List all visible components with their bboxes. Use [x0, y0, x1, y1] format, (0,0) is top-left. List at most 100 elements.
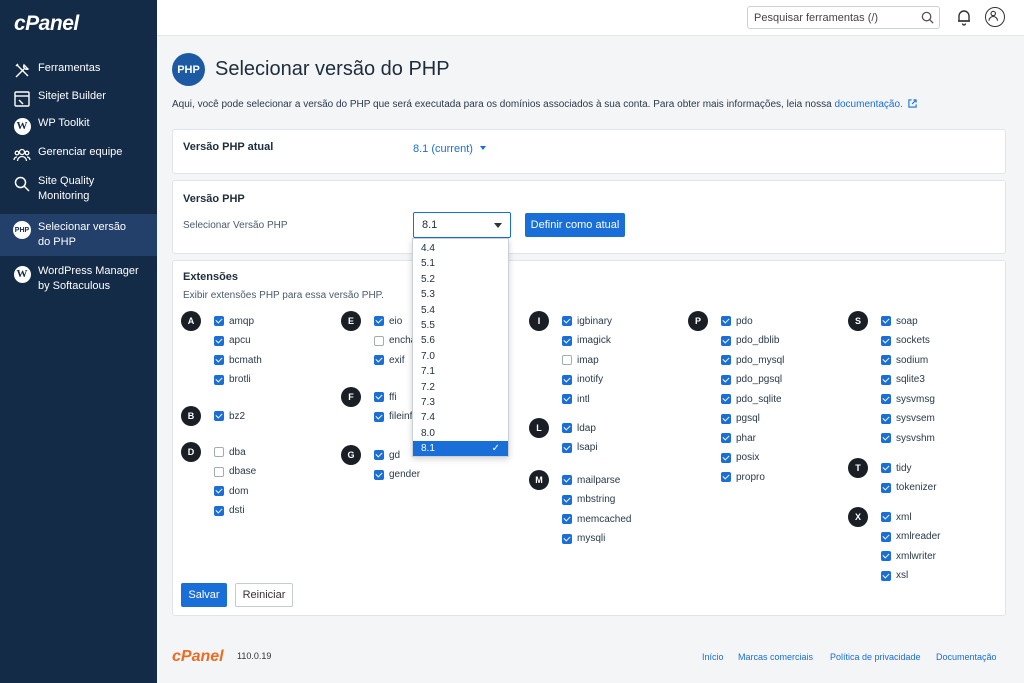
extension-checkbox[interactable] — [214, 447, 224, 457]
extension-xmlwriter[interactable]: xmlwriter — [881, 549, 936, 563]
documentation-link[interactable]: documentação. — [834, 99, 902, 110]
extension-pgsql[interactable]: pgsql — [721, 412, 760, 426]
extension-checkbox[interactable] — [881, 394, 891, 404]
extension-pdo-pgsql[interactable]: pdo_pgsql — [721, 373, 782, 387]
extension-checkbox[interactable] — [562, 374, 572, 385]
extension-lsapi[interactable]: lsapi — [562, 441, 598, 455]
set-current-button[interactable]: Definir como atual — [525, 213, 625, 237]
extension-exif[interactable]: exif — [374, 353, 405, 367]
php-version-option[interactable]: 7.4 — [413, 410, 508, 425]
php-version-option[interactable]: 7.0 — [413, 349, 508, 364]
extension-checkbox[interactable] — [374, 355, 384, 365]
extension-checkbox[interactable] — [562, 533, 572, 544]
save-button[interactable]: Salvar — [181, 583, 227, 607]
extension-checkbox[interactable] — [881, 335, 891, 346]
php-version-option[interactable]: 8.1 ✓ — [413, 441, 508, 457]
extension-phar[interactable]: phar — [721, 431, 756, 445]
php-version-option[interactable]: 7.3 — [413, 395, 508, 410]
extension-tidy[interactable]: tidy — [881, 461, 912, 475]
external-link-icon[interactable] — [907, 99, 917, 108]
extension-checkbox[interactable] — [214, 505, 224, 516]
extension-checkbox[interactable] — [562, 355, 572, 365]
extension-xsl[interactable]: xsl — [881, 569, 908, 583]
sidebar-item-ferramentas[interactable]: Ferramentas — [0, 61, 157, 78]
extension-pdo[interactable]: pdo — [721, 314, 753, 328]
extension-checkbox[interactable] — [374, 335, 384, 346]
sidebar-item-gerenciar-equipe[interactable]: Gerenciar equipe — [0, 145, 157, 162]
extension-checkbox[interactable] — [721, 452, 731, 463]
extension-imagick[interactable]: imagick — [562, 334, 611, 348]
extension-gd[interactable]: gd — [374, 448, 400, 462]
extension-checkbox[interactable] — [374, 392, 384, 402]
extension-sodium[interactable]: sodium — [881, 353, 928, 367]
extension-checkbox[interactable] — [562, 475, 572, 485]
sidebar-item-selecionar-php[interactable]: PHP Selecionar versão do PHP — [0, 214, 157, 256]
extension-checkbox[interactable] — [562, 442, 572, 453]
extension-checkbox[interactable] — [721, 374, 731, 385]
extension-bz2[interactable]: bz2 — [214, 409, 245, 423]
extension-checkbox[interactable] — [374, 469, 384, 480]
extension-dba[interactable]: dba — [214, 445, 246, 459]
extension-checkbox[interactable] — [562, 335, 572, 346]
extension-sysvsem[interactable]: sysvsem — [881, 412, 935, 426]
extension-checkbox[interactable] — [214, 316, 224, 326]
reset-button[interactable]: Reiniciar — [235, 583, 293, 607]
php-version-option[interactable]: 4.4 — [413, 241, 508, 256]
extension-dsti[interactable]: dsti — [214, 504, 245, 518]
extension-checkbox[interactable] — [562, 394, 572, 404]
extension-ldap[interactable]: ldap — [562, 421, 596, 435]
php-version-option[interactable]: 5.3 — [413, 287, 508, 302]
extension-dom[interactable]: dom — [214, 484, 248, 498]
extension-soap[interactable]: soap — [881, 314, 918, 328]
footer-link-marcas[interactable]: Marcas comerciais — [738, 652, 813, 662]
extension-checkbox[interactable] — [562, 494, 572, 505]
extension-igbinary[interactable]: igbinary — [562, 314, 612, 328]
extension-checkbox[interactable] — [562, 316, 572, 326]
extension-checkbox[interactable] — [881, 374, 891, 385]
extension-checkbox[interactable] — [881, 413, 891, 424]
php-version-option[interactable]: 5.1 — [413, 256, 508, 271]
extension-checkbox[interactable] — [881, 551, 891, 561]
extension-checkbox[interactable] — [881, 512, 891, 522]
extension-checkbox[interactable] — [721, 335, 731, 346]
extension-sockets[interactable]: sockets — [881, 334, 930, 348]
extension-inotify[interactable]: inotify — [562, 373, 603, 387]
extension-checkbox[interactable] — [881, 316, 891, 326]
footer-link-inicio[interactable]: Início — [702, 652, 724, 662]
extension-checkbox[interactable] — [214, 486, 224, 496]
extension-memcached[interactable]: memcached — [562, 512, 631, 526]
extension-bcmath[interactable]: bcmath — [214, 353, 262, 367]
extension-pdo-dblib[interactable]: pdo_dblib — [721, 334, 779, 348]
footer-link-documentacao[interactable]: Documentação — [936, 652, 997, 662]
extension-apcu[interactable]: apcu — [214, 334, 251, 348]
extension-posix[interactable]: posix — [721, 451, 759, 465]
search-input[interactable] — [748, 7, 913, 28]
extension-xmlreader[interactable]: xmlreader — [881, 530, 940, 544]
user-avatar-icon[interactable] — [985, 7, 1005, 27]
extension-eio[interactable]: eio — [374, 314, 402, 328]
bell-icon[interactable] — [955, 8, 973, 26]
extension-checkbox[interactable] — [721, 472, 731, 482]
extension-xml[interactable]: xml — [881, 510, 912, 524]
php-version-option[interactable]: 7.1 — [413, 364, 508, 379]
extension-checkbox[interactable] — [721, 433, 731, 443]
extension-sysvmsg[interactable]: sysvmsg — [881, 392, 935, 406]
php-version-option[interactable]: 8.0 — [413, 426, 508, 441]
extension-checkbox[interactable] — [881, 463, 891, 473]
extension-checkbox[interactable] — [214, 335, 224, 346]
extension-checkbox[interactable] — [721, 413, 731, 424]
extension-checkbox[interactable] — [374, 316, 384, 326]
extension-checkbox[interactable] — [214, 355, 224, 365]
extension-checkbox[interactable] — [881, 355, 891, 365]
extension-checkbox[interactable] — [214, 411, 224, 421]
extension-propro[interactable]: propro — [721, 470, 765, 484]
extension-checkbox[interactable] — [721, 394, 731, 404]
extension-checkbox[interactable] — [374, 411, 384, 422]
extension-pdo-sqlite[interactable]: pdo_sqlite — [721, 392, 782, 406]
php-version-option[interactable]: 5.4 — [413, 303, 508, 318]
extension-checkbox[interactable] — [562, 423, 572, 433]
search-box[interactable] — [747, 6, 940, 29]
extension-sysvshm[interactable]: sysvshm — [881, 431, 935, 445]
extension-tokenizer[interactable]: tokenizer — [881, 481, 937, 495]
current-version-dropdown[interactable]: 8.1 (current) — [413, 143, 486, 155]
